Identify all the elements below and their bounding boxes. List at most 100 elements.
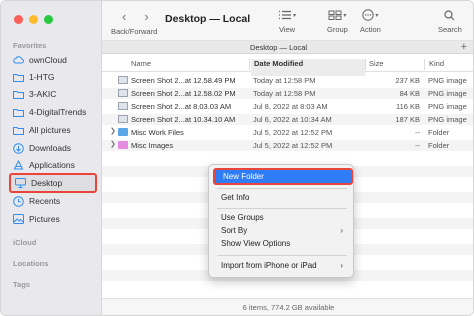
file-size: -- xyxy=(415,128,420,137)
sidebar-item-applications[interactable]: Applications xyxy=(13,158,95,172)
file-name: Screen Shot 2...at 12.58.02 PM xyxy=(131,89,236,98)
folder-icon xyxy=(118,141,128,149)
zoom-window-button[interactable] xyxy=(44,15,53,24)
submenu-chevron-icon: › xyxy=(340,261,343,270)
action-button[interactable]: ▾ Action xyxy=(360,9,381,34)
ellipsis-circle-icon: ▾ xyxy=(362,9,378,21)
file-name: Misc Work Files xyxy=(131,128,184,137)
image-file-icon xyxy=(118,115,128,123)
file-row[interactable]: Screen Shot 2...at 10.34.10 AM Jul 6, 20… xyxy=(102,114,473,125)
icloud-section-label: iCloud xyxy=(13,238,37,247)
menu-item-get-info[interactable]: Get Info xyxy=(217,192,347,204)
desktop-icon xyxy=(15,178,26,189)
menu-item-import-from-iphone[interactable]: Import from iPhone or iPad › xyxy=(217,260,347,272)
back-chevron-icon[interactable]: ‹ xyxy=(122,9,126,24)
sidebar-item-owncloud[interactable]: ownCloud xyxy=(13,53,95,67)
file-size: -- xyxy=(415,141,420,150)
search-button[interactable]: Search xyxy=(438,9,462,34)
window-controls xyxy=(14,15,53,24)
menu-separator xyxy=(217,255,347,256)
file-kind: Folder xyxy=(428,141,450,150)
status-text: 6 items, 774.2 GB available xyxy=(242,303,335,312)
image-file-icon xyxy=(118,102,128,110)
menu-item-new-folder[interactable]: New Folder xyxy=(213,168,353,185)
file-size: 187 KB xyxy=(395,115,420,124)
image-file-icon xyxy=(118,76,128,84)
file-kind: PNG image xyxy=(428,102,467,111)
clock-icon xyxy=(13,195,24,207)
sidebar-item-pictures[interactable]: Pictures xyxy=(13,212,95,226)
file-name: Screen Shot 2...at 8.03.03 AM xyxy=(131,102,232,111)
file-name: Screen Shot 2...at 10.34.10 AM xyxy=(131,115,236,124)
toolbar: ‹ › Back/Forward Desktop — Local ▾ View … xyxy=(102,1,473,41)
file-kind: PNG image xyxy=(428,89,467,98)
search-icon xyxy=(444,9,455,21)
group-label: Group xyxy=(327,25,348,34)
file-size: 84 KB xyxy=(399,89,420,98)
sidebar-item-4-digitaltrends[interactable]: 4-DigitalTrends xyxy=(13,105,95,119)
sidebar-item-label: 4-DigitalTrends xyxy=(29,107,87,117)
folder-icon xyxy=(13,107,24,118)
sidebar-item-label: Pictures xyxy=(29,214,60,224)
minimize-window-button[interactable] xyxy=(29,15,38,24)
menu-item-sort-by[interactable]: Sort By › xyxy=(217,225,347,237)
forward-chevron-icon[interactable]: › xyxy=(144,9,148,24)
sidebar-item-desktop[interactable]: Desktop xyxy=(9,173,97,193)
folder-row[interactable]: ❯ Misc Work Files Jul 5, 2022 at 12:52 P… xyxy=(102,127,473,138)
file-date: Jul 8, 2022 at 8:03 AM xyxy=(253,102,328,111)
column-divider xyxy=(365,59,366,70)
column-kind[interactable]: Kind xyxy=(429,59,444,68)
menu-separator xyxy=(217,188,347,189)
sidebar-item-3-akic[interactable]: 3-AKIC xyxy=(13,87,95,101)
file-size: 237 KB xyxy=(395,76,420,85)
action-label: Action xyxy=(360,25,381,34)
file-row[interactable]: Screen Shot 2...at 12.58.02 PM Today at … xyxy=(102,88,473,99)
column-divider xyxy=(249,59,250,70)
context-menu: New Folder Get Info Use Groups Sort By ›… xyxy=(208,164,354,278)
folder-icon xyxy=(13,72,24,83)
status-bar: 6 items, 774.2 GB available xyxy=(102,298,473,315)
sidebar: Favorites ownCloud 1-HTG 3-AKIC 4-Digita… xyxy=(1,1,102,315)
sidebar-item-1-htg[interactable]: 1-HTG xyxy=(13,70,95,84)
group-button[interactable]: ▾ Group xyxy=(327,9,348,34)
group-grid-icon: ▾ xyxy=(328,9,346,21)
file-name: Screen Shot 2...at 12.58.49 PM xyxy=(131,76,236,85)
folder-icon xyxy=(13,89,24,100)
menu-separator xyxy=(217,208,347,209)
sidebar-item-label: Applications xyxy=(29,160,75,170)
favorites-section-label: Favorites xyxy=(13,41,47,50)
sidebar-item-all-pictures[interactable]: All pictures xyxy=(13,123,95,137)
disclosure-chevron-icon[interactable]: ❯ xyxy=(110,140,116,148)
disclosure-chevron-icon[interactable]: ❯ xyxy=(110,127,116,135)
view-label: View xyxy=(278,25,296,34)
sidebar-item-downloads[interactable]: Downloads xyxy=(13,141,95,155)
close-window-button[interactable] xyxy=(14,15,23,24)
file-date: Jul 6, 2022 at 10:34 AM xyxy=(253,115,332,124)
sidebar-item-label: ownCloud xyxy=(29,55,67,65)
sidebar-item-recents[interactable]: Recents xyxy=(13,194,95,208)
file-row[interactable]: Screen Shot 2...at 12.58.49 PM Today at … xyxy=(102,75,473,86)
folder-row[interactable]: ❯ Misc Images Jul 5, 2022 at 12:52 PM --… xyxy=(102,140,473,151)
cloud-icon xyxy=(13,55,24,66)
menu-item-label: Import from iPhone or iPad xyxy=(221,261,317,270)
sidebar-item-label: 3-AKIC xyxy=(29,89,57,99)
locations-section-label: Locations xyxy=(13,259,49,268)
new-tab-button[interactable]: + xyxy=(461,41,467,53)
file-kind: PNG image xyxy=(428,115,467,124)
sidebar-item-label: All pictures xyxy=(29,125,71,135)
back-forward-controls: ‹ › xyxy=(122,9,149,24)
column-date-modified[interactable]: Date Modified xyxy=(254,59,303,68)
column-header: Name Date Modified Size Kind xyxy=(102,55,473,76)
file-row[interactable]: Screen Shot 2...at 8.03.03 AM Jul 8, 202… xyxy=(102,101,473,112)
tags-section-label: Tags xyxy=(13,280,30,289)
menu-item-use-groups[interactable]: Use Groups xyxy=(217,212,347,224)
back-forward-label: Back/Forward xyxy=(111,27,158,36)
view-button[interactable]: ▾ View xyxy=(278,9,296,34)
menu-item-show-view-options[interactable]: Show View Options xyxy=(217,238,347,250)
tab-desktop-local[interactable]: Desktop — Local xyxy=(102,43,455,52)
pictures-icon xyxy=(13,214,24,225)
submenu-chevron-icon: › xyxy=(340,226,343,235)
file-date: Jul 5, 2022 at 12:52 PM xyxy=(253,128,333,137)
column-name[interactable]: Name xyxy=(131,59,151,68)
column-size[interactable]: Size xyxy=(369,59,384,68)
